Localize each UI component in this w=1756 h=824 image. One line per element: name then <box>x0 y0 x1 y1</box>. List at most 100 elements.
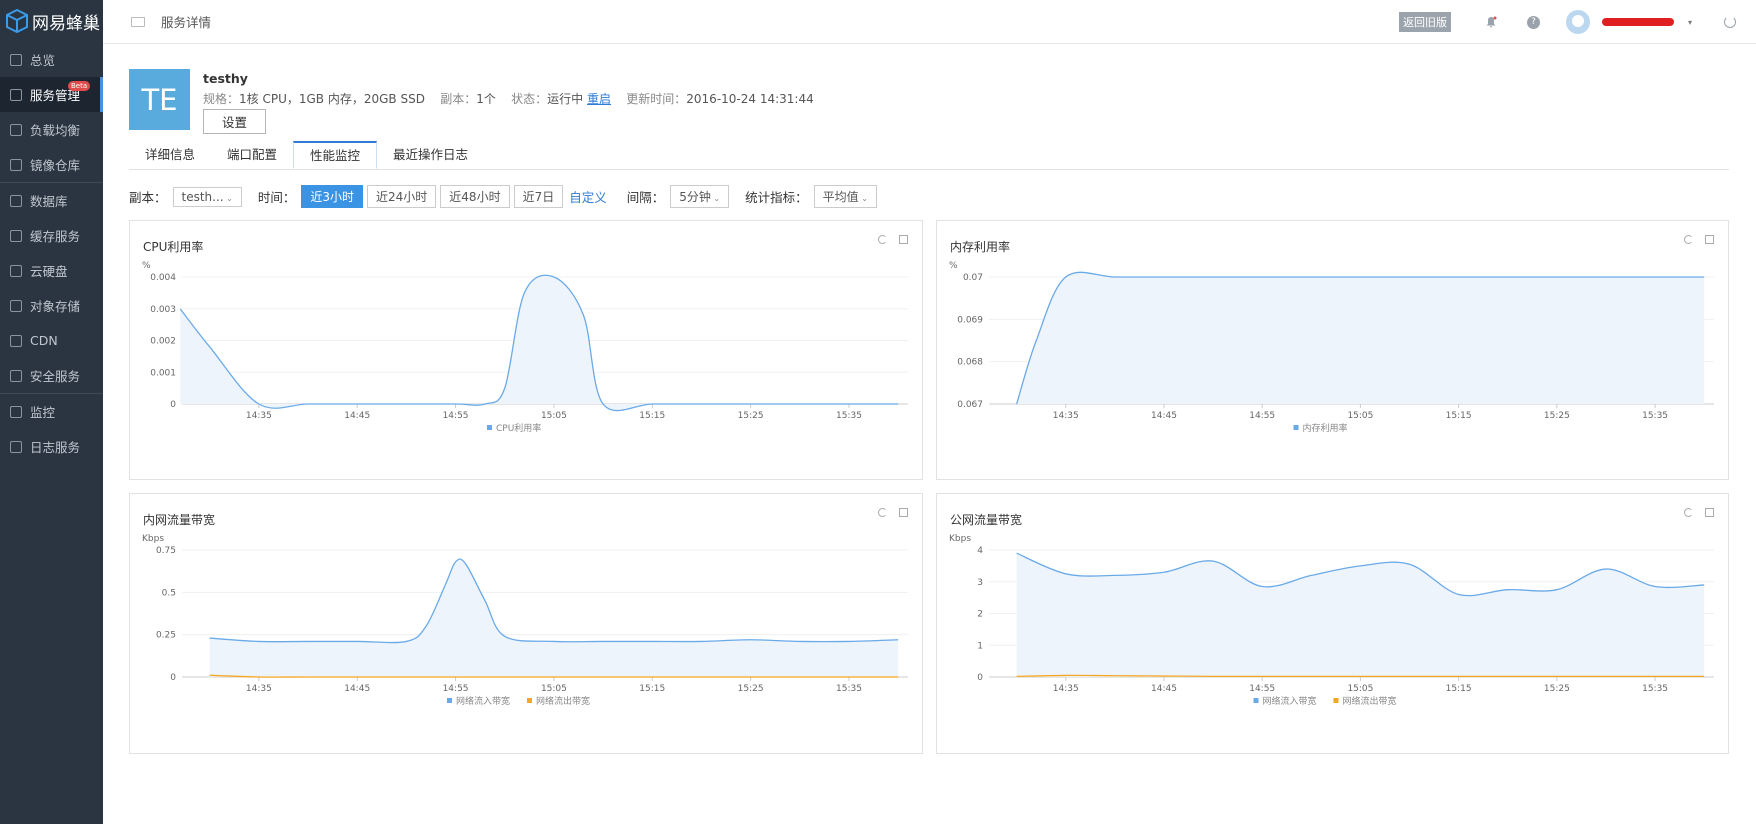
expand-icon[interactable] <box>1705 235 1714 244</box>
sidebar-item-monitor[interactable]: 监控 <box>0 394 103 429</box>
replica-select[interactable]: testh... <box>172 186 242 207</box>
internal-bandwidth-chart: Kbps 0 0.25 0.5 0.75 14:35 14:45 14:55 15:05 15:1… <box>142 534 908 707</box>
x-tick-label: 14:35 <box>1053 411 1079 421</box>
expand-icon[interactable] <box>899 235 908 244</box>
tab-bar: 详细信息 端口配置 性能监控 最近操作日志 <box>129 141 1729 170</box>
bell-icon[interactable] <box>1485 16 1497 28</box>
username-redacted[interactable] <box>1601 18 1674 26</box>
y-tick-label: 0 <box>170 400 176 410</box>
sidebar-item-cdn[interactable]: CDN <box>0 323 103 358</box>
y-tick-label: 0.07 <box>963 273 983 283</box>
y-tick-label: 3 <box>977 578 983 588</box>
collapse-sidebar-icon[interactable] <box>131 16 145 27</box>
range-24h-button[interactable]: 近24小时 <box>367 185 437 208</box>
layers-icon <box>10 229 22 242</box>
chevron-down-icon[interactable]: ▾ <box>1688 18 1692 27</box>
sidebar-item-cloud-disk[interactable]: 云硬盘 <box>0 253 103 288</box>
sidebar-item-logs[interactable]: 日志服务 <box>0 429 103 464</box>
public-bandwidth-chart: Kbps 0 1 2 3 4 14:35 14:45 14:55 15:05 15:15 15:25 1… <box>949 534 1714 707</box>
image-icon <box>10 158 22 171</box>
sidebar-item-security[interactable]: 安全服务 <box>0 358 103 393</box>
avatar[interactable] <box>1565 10 1590 34</box>
refresh-icon[interactable] <box>1724 16 1736 28</box>
updated-value: 2016-10-24 14:31:44 <box>686 92 814 106</box>
spec-value: 1核 CPU，1GB 内存，20GB SSD <box>239 92 425 106</box>
tab-details[interactable]: 详细信息 <box>129 141 211 169</box>
filter-bar: 副本： testh... 时间： 近3小时 近24小时 近48小时 近7日 自定… <box>129 185 877 208</box>
refresh-icon[interactable] <box>1684 508 1693 517</box>
series-area <box>1016 272 1705 404</box>
y-tick-label: 0.068 <box>957 358 983 368</box>
sidebar-item-label: 负载均衡 <box>30 123 81 138</box>
sidebar-item-label: 对象存储 <box>30 299 81 314</box>
sidebar-item-overview[interactable]: 总览 <box>0 42 103 77</box>
tab-ports[interactable]: 端口配置 <box>211 141 293 169</box>
metric-select[interactable]: 平均值 <box>813 185 877 208</box>
sidebar-item-label: 镜像仓库 <box>30 158 81 173</box>
sidebar: 网易蜂巢 总览 服务管理 Beta 负载均衡 镜像仓库 数据库 缓存服务 云硬盘 … <box>0 0 103 824</box>
x-tick-label: 15:35 <box>836 684 862 694</box>
sidebar-item-label: 日志服务 <box>30 440 81 455</box>
expand-icon[interactable] <box>1705 508 1714 517</box>
legend-label: 网络流出带宽 <box>536 695 590 707</box>
status-value: 运行中 <box>547 92 584 106</box>
refresh-icon[interactable] <box>878 508 887 517</box>
tab-recent-logs[interactable]: 最近操作日志 <box>377 141 484 169</box>
logo[interactable]: 网易蜂巢 <box>0 0 103 42</box>
range-7d-button[interactable]: 近7日 <box>513 185 564 208</box>
sidebar-item-image-repo[interactable]: 镜像仓库 <box>0 147 103 182</box>
sidebar-item-services[interactable]: 服务管理 Beta <box>0 77 103 112</box>
back-to-old-version-button[interactable]: 返回旧版 <box>1398 12 1451 32</box>
legend-label: CPU利用率 <box>496 422 541 434</box>
legend-swatch <box>1333 698 1339 703</box>
interval-select[interactable]: 5分钟 <box>670 185 730 208</box>
range-48h-button[interactable]: 近48小时 <box>440 185 510 208</box>
custom-range-link[interactable]: 自定义 <box>569 187 607 206</box>
y-tick-label: 0.25 <box>156 631 176 641</box>
range-3h-button[interactable]: 近3小时 <box>301 185 364 208</box>
refresh-icon[interactable] <box>1684 235 1693 244</box>
topbar: 服务详情 返回旧版 ? ▾ <box>103 0 1756 44</box>
expand-icon[interactable] <box>899 508 908 517</box>
container-icon <box>10 88 22 101</box>
sidebar-item-database[interactable]: 数据库 <box>0 183 103 218</box>
cpu-chart-panel: % 0 0.001 0.002 0.003 0.004 14:35 14:45 14:55 15:… <box>129 220 923 480</box>
sidebar-item-cache[interactable]: 缓存服务 <box>0 218 103 253</box>
sidebar-item-object-storage[interactable]: 对象存储 <box>0 288 103 323</box>
y-tick-label: 1 <box>977 641 983 651</box>
x-tick-label: 14:45 <box>344 411 370 421</box>
x-tick-label: 15:05 <box>541 684 567 694</box>
sidebar-item-label: 数据库 <box>30 194 68 209</box>
x-tick-label: 14:35 <box>246 411 272 421</box>
help-icon[interactable]: ? <box>1526 15 1540 29</box>
sidebar-item-load-balancer[interactable]: 负载均衡 <box>0 112 103 147</box>
chart-title: CPU利用率 <box>143 240 204 254</box>
chart-title: 内存利用率 <box>950 240 1011 254</box>
service-avatar: TE <box>129 69 190 130</box>
y-tick-label: 2 <box>977 610 983 620</box>
refresh-icon[interactable] <box>878 235 887 244</box>
x-tick-label: 15:25 <box>738 684 764 694</box>
x-tick-label: 15:15 <box>639 684 665 694</box>
y-unit-label: Kbps <box>142 534 164 544</box>
replica-value: 1个 <box>476 92 496 106</box>
memory-chart: % 0.067 0.068 0.069 0.07 14:35 14:45 14:55 15:05… <box>949 261 1714 434</box>
tab-performance[interactable]: 性能监控 <box>293 141 378 169</box>
chart-title: 内网流量带宽 <box>143 513 216 527</box>
service-name: testhy <box>203 71 248 86</box>
y-tick-label: 0 <box>977 673 983 683</box>
x-tick-label: 14:55 <box>1249 411 1275 421</box>
cpu-chart: % 0 0.001 0.002 0.003 0.004 14:35 14:45 14:55 15:… <box>142 261 908 434</box>
memory-chart-panel: % 0.067 0.068 0.069 0.07 14:35 14:45 14:55 15:05… <box>936 220 1729 480</box>
restart-link[interactable]: 重启 <box>587 92 611 106</box>
y-tick-label: 0.003 <box>150 305 176 315</box>
x-tick-label: 15:35 <box>836 411 862 421</box>
x-tick-label: 15:15 <box>1446 411 1472 421</box>
settings-button[interactable]: 设置 <box>203 109 267 134</box>
series-area <box>209 558 899 677</box>
legend-label: 内存利用率 <box>1303 422 1348 434</box>
log-icon <box>10 440 22 453</box>
spec-label: 规格： <box>203 92 240 106</box>
x-tick-label: 15:25 <box>1544 411 1570 421</box>
y-unit-label: Kbps <box>949 534 971 544</box>
